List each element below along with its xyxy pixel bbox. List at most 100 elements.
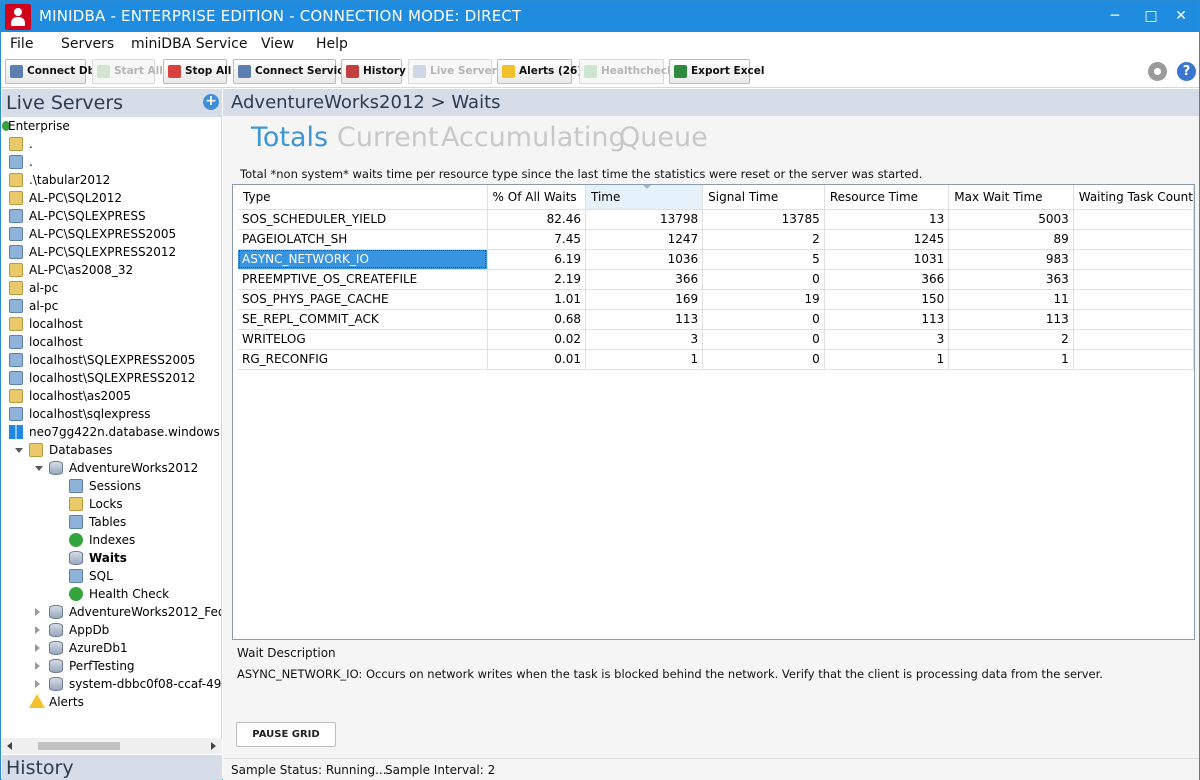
table-cell[interactable]: 0 [702,349,825,370]
history-header[interactable]: History [2,755,222,780]
table-cell[interactable]: 13 [824,209,950,230]
table-cell[interactable]: 1247 [585,229,704,250]
table-cell[interactable]: 0.02 [487,329,587,350]
scroll-left-icon[interactable] [7,742,12,750]
table-cell[interactable]: 2 [702,229,825,250]
table-cell[interactable]: SE_REPL_COMMIT_ACK [238,309,488,330]
table-cell[interactable]: 1 [824,349,950,370]
table-cell[interactable]: WRITELOG [238,329,488,350]
table-cell[interactable]: RG_RECONFIG [238,349,488,370]
alerts-26-button[interactable]: Alerts (26) [497,59,582,84]
collapsed-arrow-icon[interactable] [35,680,40,688]
table-cell[interactable] [1073,209,1194,230]
help-icon[interactable]: ? [1177,62,1196,81]
maximize-button[interactable]: □ [1137,5,1165,27]
table-cell[interactable]: 7.45 [487,229,587,250]
title-bar[interactable]: MINIDBA - ENTERPRISE EDITION - CONNECTIO… [1,1,1199,32]
table-cell[interactable]: ASYNC_NETWORK_IO [238,249,488,270]
menu-servers[interactable]: Servers [61,36,114,52]
table-cell[interactable]: 2 [948,329,1074,350]
table-cell[interactable]: 0.01 [487,349,587,370]
table-cell[interactable]: 366 [824,269,950,290]
table-cell[interactable]: 11 [948,289,1074,310]
settings-gear-icon[interactable] [1148,62,1167,81]
column-header[interactable]: Signal Time [702,185,825,210]
table-row[interactable]: SOS_PHYS_PAGE_CACHE 1.01 169 19 150 11 [238,289,1194,310]
table-cell[interactable] [1073,309,1194,330]
table-cell[interactable]: 150 [824,289,950,310]
table-cell[interactable]: 5 [702,249,825,270]
table-cell[interactable] [1073,329,1194,350]
table-cell[interactable] [1073,349,1194,370]
collapsed-arrow-icon[interactable] [35,608,40,616]
menu-file[interactable]: File [10,36,33,52]
table-row[interactable]: RG_RECONFIG 0.01 1 0 1 1 [238,349,1194,370]
table-cell[interactable] [1073,229,1194,250]
table-cell[interactable]: 0 [702,329,825,350]
column-header[interactable]: Time [585,185,704,210]
menu-minidba-service[interactable]: miniDBA Service [131,36,247,52]
table-cell[interactable]: 0 [702,309,825,330]
close-button[interactable]: ✕ [1167,5,1195,27]
column-header[interactable]: Resource Time [824,185,950,210]
table-cell[interactable]: 3 [585,329,704,350]
history-button[interactable]: History [341,59,406,84]
expanded-arrow-icon[interactable] [35,466,43,471]
table-cell[interactable]: 363 [948,269,1074,290]
table-cell[interactable]: 13785 [702,209,825,230]
column-header[interactable]: Max Wait Time [948,185,1074,210]
table-cell[interactable]: 0.68 [487,309,587,330]
table-cell[interactable]: 5003 [948,209,1074,230]
table-cell[interactable]: 1.01 [487,289,587,310]
table-cell[interactable]: 169 [585,289,704,310]
menu-view[interactable]: View [261,36,294,52]
table-row[interactable]: WRITELOG 0.02 3 0 3 2 [238,329,1194,350]
table-cell[interactable] [1073,289,1194,310]
table-cell[interactable]: 983 [948,249,1074,270]
add-server-icon[interactable]: + [203,94,219,110]
table-cell[interactable]: 3 [824,329,950,350]
table-cell[interactable]: 19 [702,289,825,310]
minimize-button[interactable]: ─ [1101,5,1129,27]
table-cell[interactable]: 113 [948,309,1074,330]
table-cell[interactable]: SOS_SCHEDULER_YIELD [238,209,488,230]
export-excel-button[interactable]: Export Excel [669,59,764,84]
stop-all-button[interactable]: Stop All [163,59,231,84]
table-cell[interactable]: 113 [585,309,704,330]
table-row[interactable]: SOS_SCHEDULER_YIELD 82.46 13798 13785 13 5003 [238,209,1194,230]
scroll-right-icon[interactable] [211,742,216,750]
pause-grid-button[interactable]: PAUSE GRID [236,722,336,747]
table-cell[interactable]: 6.19 [487,249,587,270]
tab-current[interactable]: Current [337,122,438,153]
table-row[interactable]: PREEMPTIVE_OS_CREATEFILE 2.19 366 0 366 363 [238,269,1194,290]
table-cell[interactable]: 1 [585,349,704,370]
collapsed-arrow-icon[interactable] [35,644,40,652]
table-cell[interactable] [1073,269,1194,290]
table-cell[interactable]: 1036 [585,249,704,270]
tab-queue[interactable]: Queue [619,122,708,153]
tab-accumulating[interactable]: Accumulating [441,122,626,153]
table-cell[interactable]: PREEMPTIVE_OS_CREATEFILE [238,269,488,290]
table-cell[interactable]: 82.46 [487,209,587,230]
table-cell[interactable]: 0 [702,269,825,290]
table-cell[interactable]: 366 [585,269,704,290]
table-cell[interactable]: 13798 [585,209,704,230]
table-row[interactable]: SE_REPL_COMMIT_ACK 0.68 113 0 113 113 [238,309,1194,330]
expanded-arrow-icon[interactable] [15,448,23,453]
collapsed-arrow-icon[interactable] [35,626,40,634]
menu-help[interactable]: Help [316,36,348,52]
table-cell[interactable]: PAGEIOLATCH_SH [238,229,488,250]
tree-horizontal-scrollbar[interactable] [2,738,222,754]
column-header[interactable]: Waiting Task Count [1073,185,1194,210]
table-cell[interactable]: SOS_PHYS_PAGE_CACHE [238,289,488,310]
column-header[interactable]: Type [238,185,488,210]
table-cell[interactable]: 1 [948,349,1074,370]
table-cell[interactable]: 1031 [824,249,950,270]
connect-service-button[interactable]: Connect Service [233,59,351,84]
table-row[interactable]: ASYNC_NETWORK_IO 6.19 1036 5 1031 983 [238,249,1194,270]
table-cell[interactable]: 113 [824,309,950,330]
table-row[interactable]: PAGEIOLATCH_SH 7.45 1247 2 1245 89 [238,229,1194,250]
column-header[interactable]: % Of All Waits [487,185,587,210]
tab-totals[interactable]: Totals [251,122,328,153]
table-cell[interactable]: 2.19 [487,269,587,290]
